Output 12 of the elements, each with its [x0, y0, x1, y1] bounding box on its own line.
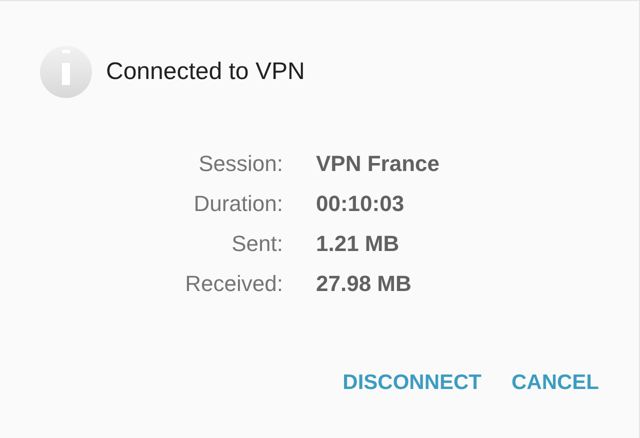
- detail-value: 27.98 MB: [316, 271, 412, 296]
- cancel-button[interactable]: CANCEL: [512, 367, 599, 399]
- disconnect-button[interactable]: DISCONNECT: [342, 367, 482, 399]
- dialog-title: Connected to VPN: [106, 60, 305, 84]
- detail-label: Session:: [198, 151, 283, 176]
- detail-label: Duration:: [194, 191, 283, 216]
- info-icon: [40, 46, 92, 98]
- detail-label: Received:: [185, 271, 283, 296]
- detail-label: Sent:: [232, 231, 283, 256]
- detail-value: 00:10:03: [316, 191, 404, 216]
- detail-value: VPN France: [316, 151, 440, 176]
- detail-value: 1.21 MB: [316, 231, 400, 256]
